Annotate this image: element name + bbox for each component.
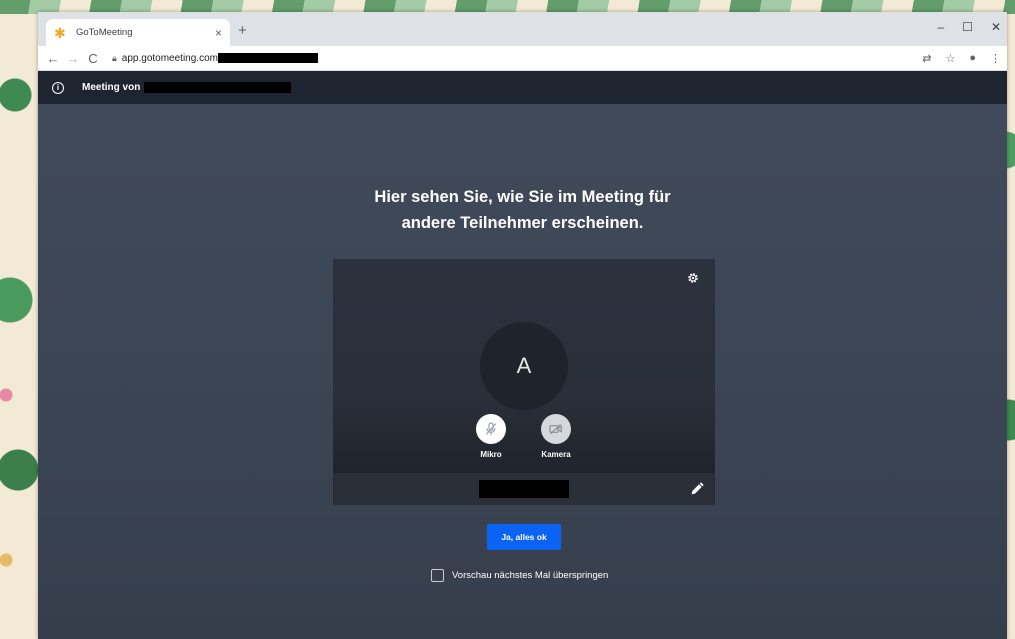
headline-line-2: andere Teilnehmer erscheinen. — [401, 214, 644, 232]
page-title: Hier sehen Sie, wie Sie im Meeting für a… — [38, 184, 1007, 236]
close-window-button[interactable]: ✕ — [991, 20, 1001, 34]
maximize-button[interactable]: ☐ — [962, 20, 973, 34]
address-bar[interactable]: 🔒︎ app.gotomeeting.com — [112, 49, 922, 68]
pencil-icon[interactable] — [689, 481, 705, 497]
mic-control[interactable]: Mikro — [461, 414, 521, 459]
skip-preview-label: Vorschau nächstes Mal überspringen — [452, 570, 609, 581]
account-icon[interactable]: ● — [969, 52, 976, 65]
skip-preview-option[interactable]: Vorschau nächstes Mal überspringen — [431, 569, 608, 582]
headline-line-1: Hier sehen Sie, wie Sie im Meeting für — [374, 188, 671, 206]
mic-toggle-button[interactable] — [476, 414, 506, 444]
redacted-display-name — [479, 480, 569, 498]
gear-icon[interactable] — [686, 271, 700, 285]
url-text: app.gotomeeting.com — [121, 52, 218, 64]
camera-toggle-button[interactable] — [541, 414, 571, 444]
tab-strip: ✱ GoToMeeting × + – ☐ ✕ — [38, 12, 1007, 46]
preview-stage: Hier sehen Sie, wie Sie im Meeting für a… — [38, 104, 1007, 639]
meeting-organizer-label: Meeting von — [82, 82, 141, 93]
star-icon[interactable]: ☆ — [945, 52, 955, 65]
window-controls: – ☐ ✕ — [937, 20, 1001, 34]
new-tab-button[interactable]: + — [238, 22, 247, 39]
meeting-header: i Meeting von — [38, 71, 1007, 104]
gotomeeting-favicon-icon: ✱ — [54, 24, 66, 41]
translate-icon[interactable]: ⇄ — [922, 52, 931, 65]
browser-tab[interactable]: ✱ GoToMeeting × — [46, 19, 230, 46]
forward-icon[interactable]: → — [64, 51, 82, 66]
camera-control[interactable]: Kamera — [526, 414, 586, 459]
reload-icon[interactable]: C — [84, 51, 102, 66]
redacted-organizer-name — [144, 82, 292, 93]
minimize-button[interactable]: – — [937, 20, 944, 34]
browser-toolbar: ← → C 🔒︎ app.gotomeeting.com ⇄ ☆ ● ⋮ — [38, 46, 1007, 71]
redacted-url-path — [217, 53, 318, 63]
lock-icon: 🔒︎ — [112, 52, 117, 63]
menu-dots-icon[interactable]: ⋮ — [990, 52, 1001, 65]
camera-off-icon — [549, 423, 562, 435]
display-name-bar — [333, 473, 715, 505]
mic-label: Mikro — [480, 450, 502, 459]
tab-close-icon[interactable]: × — [215, 26, 222, 40]
tab-title: GoToMeeting — [76, 27, 133, 38]
browser-window: ✱ GoToMeeting × + – ☐ ✕ ← → C 🔒︎ app.got… — [38, 12, 1007, 639]
camera-label: Kamera — [541, 450, 571, 459]
toolbar-actions: ⇄ ☆ ● ⋮ — [922, 52, 1001, 65]
info-icon[interactable]: i — [52, 81, 64, 94]
confirm-button[interactable]: Ja, alles ok — [487, 524, 561, 550]
video-preview-panel: A Mikro Kamera — [333, 259, 715, 505]
back-icon[interactable]: ← — [44, 51, 62, 66]
avatar: A — [480, 322, 568, 410]
skip-preview-checkbox[interactable] — [431, 569, 444, 582]
mic-off-icon — [485, 422, 497, 435]
